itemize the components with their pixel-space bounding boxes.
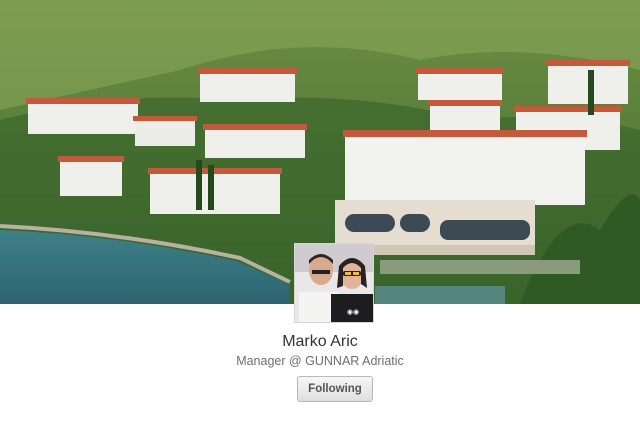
profile-name: Marko Aric (282, 333, 358, 350)
profile-avatar[interactable]: ◉◉ (294, 243, 374, 323)
svg-text:◉◉: ◉◉ (347, 308, 359, 316)
profile-subtitle: Manager @ GUNNAR Adriatic (236, 354, 404, 368)
following-button[interactable]: Following (297, 376, 373, 402)
